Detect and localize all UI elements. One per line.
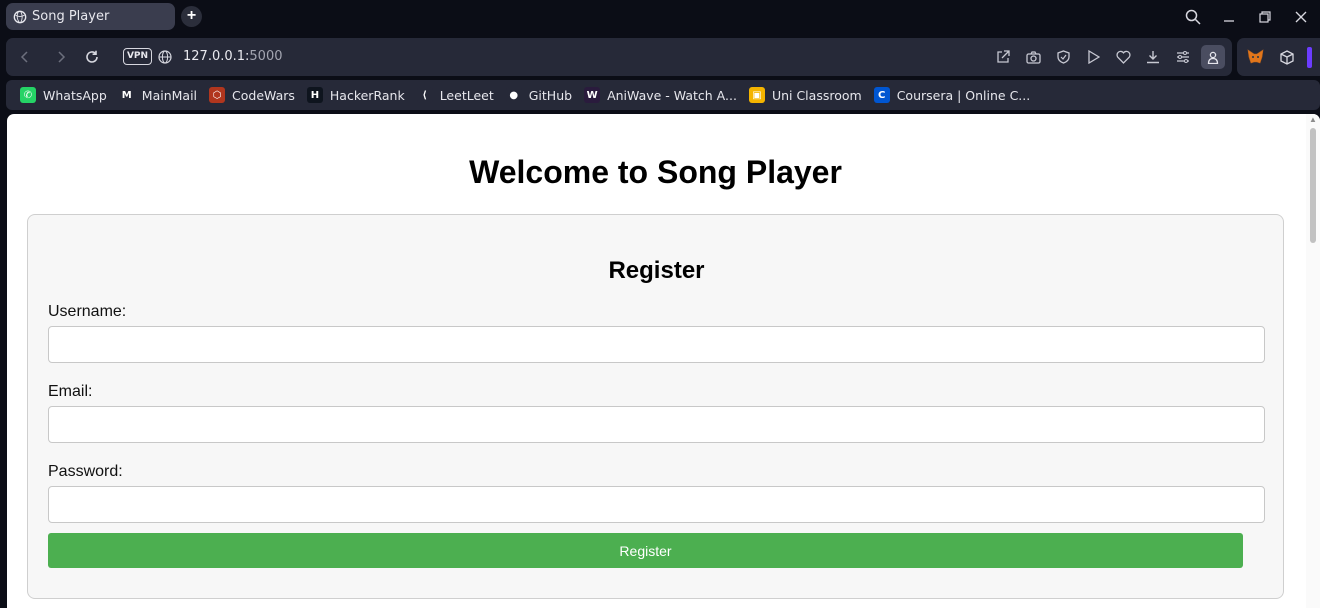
metamask-icon[interactable] bbox=[1246, 48, 1264, 66]
bookmark-item[interactable]: M MainMail bbox=[118, 87, 198, 103]
email-input[interactable] bbox=[48, 406, 1265, 443]
scroll-up-icon[interactable]: ▲ bbox=[1309, 116, 1317, 124]
bookmark-item[interactable]: ⟨ LeetLeet bbox=[416, 87, 494, 103]
easy-setup-icon[interactable] bbox=[1175, 49, 1191, 65]
bookmarks-bar: ✆ WhatsApp M MainMail ⬡ CodeWars H HackerRank ⟨ L… bbox=[6, 80, 1320, 110]
gmail-icon: M bbox=[118, 87, 135, 103]
aniwave-icon: W bbox=[584, 87, 601, 103]
email-label: Email: bbox=[48, 383, 93, 400]
scrollbar[interactable]: ▲ bbox=[1306, 114, 1320, 608]
share-icon[interactable] bbox=[995, 49, 1011, 65]
shield-icon[interactable] bbox=[1055, 49, 1071, 65]
github-icon: ● bbox=[505, 87, 522, 103]
extensions-cube-icon[interactable] bbox=[1279, 49, 1295, 65]
bookmark-item[interactable]: ⬡ CodeWars bbox=[209, 87, 295, 103]
restore-icon[interactable] bbox=[1255, 7, 1275, 27]
bookmark-label: MainMail bbox=[141, 87, 198, 103]
minimize-icon[interactable] bbox=[1219, 7, 1239, 27]
heart-icon[interactable] bbox=[1115, 49, 1131, 65]
hackerrank-icon: H bbox=[306, 87, 323, 103]
site-info-icon[interactable] bbox=[156, 48, 174, 66]
password-input[interactable] bbox=[48, 486, 1265, 523]
download-icon[interactable] bbox=[1145, 49, 1161, 65]
globe-icon bbox=[13, 10, 27, 23]
bookmark-item[interactable]: ▣ Uni Classroom bbox=[748, 87, 862, 103]
forward-icon[interactable] bbox=[52, 48, 70, 66]
page-title: Welcome to Song Player bbox=[469, 154, 842, 190]
leetcode-icon: ⟨ bbox=[416, 87, 433, 103]
url-host: 127.0.0.1: bbox=[183, 49, 250, 64]
browser-titlebar: Song Player + bbox=[0, 0, 1320, 34]
search-tabs-icon[interactable] bbox=[1183, 7, 1203, 27]
bookmark-label: GitHub bbox=[528, 87, 573, 103]
scrollbar-thumb[interactable] bbox=[1310, 128, 1316, 243]
tab-song-player[interactable]: Song Player bbox=[6, 3, 175, 30]
tab-title: Song Player bbox=[32, 9, 110, 24]
player-icon[interactable] bbox=[1085, 49, 1101, 65]
username-input[interactable] bbox=[48, 326, 1265, 363]
sidebar-accent[interactable] bbox=[1307, 47, 1312, 68]
register-card: Register Username: Email: Password: Regi… bbox=[27, 214, 1284, 599]
codewars-icon: ⬡ bbox=[209, 87, 226, 103]
extensions-bar bbox=[1237, 38, 1320, 76]
whatsapp-icon: ✆ bbox=[20, 87, 36, 103]
bookmark-label: CodeWars bbox=[232, 87, 295, 103]
classroom-icon: ▣ bbox=[748, 87, 765, 103]
password-label: Password: bbox=[48, 463, 123, 480]
back-icon[interactable] bbox=[16, 48, 34, 66]
bookmark-label: HackerRank bbox=[329, 87, 405, 103]
url-field[interactable]: 127.0.0.1:5000 bbox=[183, 49, 283, 64]
profile-icon[interactable] bbox=[1201, 45, 1225, 69]
bookmark-label: AniWave - Watch A... bbox=[607, 87, 737, 103]
new-tab-button[interactable]: + bbox=[181, 6, 202, 27]
username-label: Username: bbox=[48, 303, 127, 320]
vpn-badge[interactable]: VPN bbox=[123, 48, 152, 65]
bookmark-label: WhatsApp bbox=[43, 87, 107, 103]
bookmark-item[interactable]: ✆ WhatsApp bbox=[20, 87, 107, 103]
bookmark-item[interactable]: ● GitHub bbox=[505, 87, 573, 103]
coursera-icon: C bbox=[873, 87, 890, 103]
register-title: Register bbox=[608, 257, 705, 284]
bookmark-label: LeetLeet bbox=[439, 87, 494, 103]
bookmark-label: Uni Classroom bbox=[771, 87, 862, 103]
bookmark-item[interactable]: C Coursera | Online C... bbox=[873, 87, 1031, 103]
bookmark-item[interactable]: W AniWave - Watch A... bbox=[584, 87, 737, 103]
page-viewport: Welcome to Song Player Register Username… bbox=[7, 114, 1320, 608]
address-bar: VPN 127.0.0.1:5000 bbox=[6, 38, 1232, 76]
reload-icon[interactable] bbox=[83, 48, 101, 66]
camera-icon[interactable] bbox=[1025, 49, 1041, 65]
bookmark-label: Coursera | Online C... bbox=[896, 87, 1031, 103]
close-icon[interactable] bbox=[1291, 7, 1311, 27]
bookmark-item[interactable]: H HackerRank bbox=[306, 87, 405, 103]
register-button[interactable]: Register bbox=[48, 533, 1243, 568]
url-port: 5000 bbox=[249, 49, 283, 64]
